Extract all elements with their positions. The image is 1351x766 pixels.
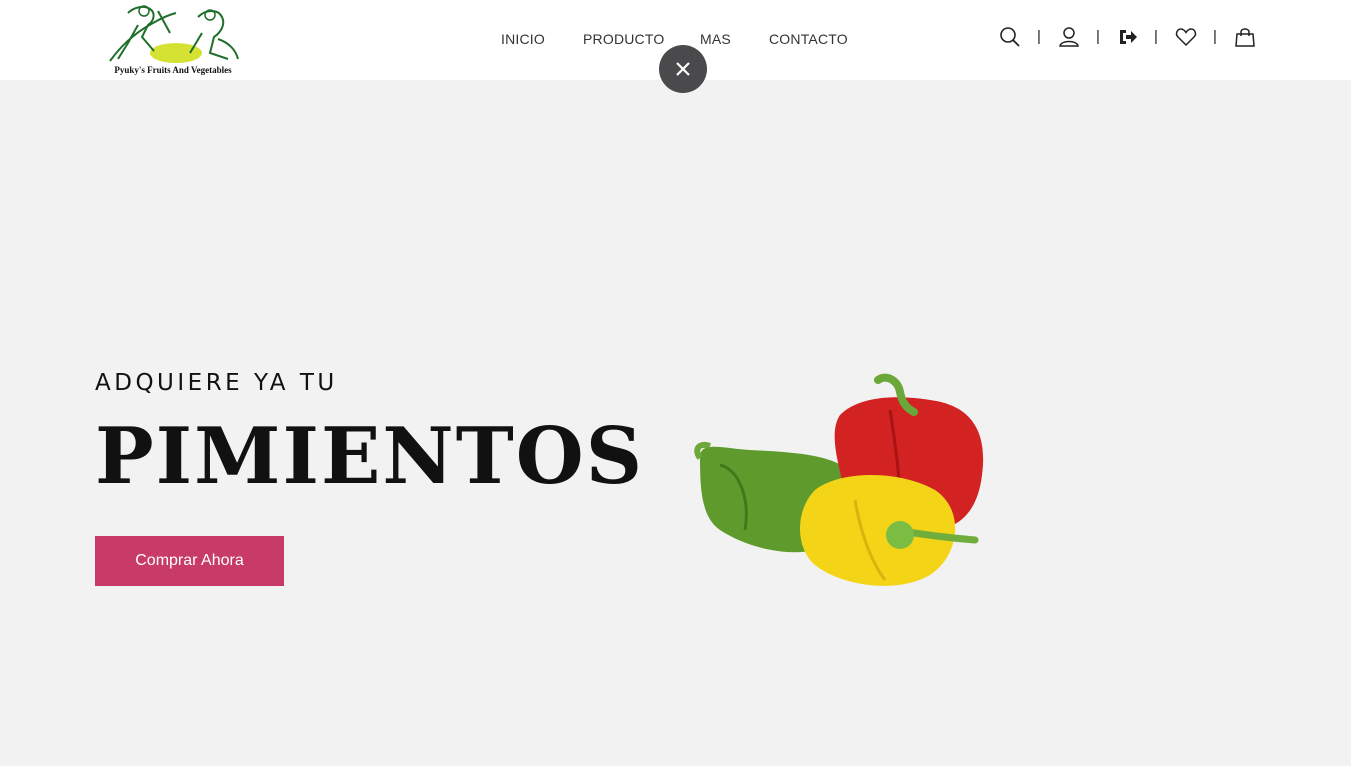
hero-title: PIMIENTOS — [95, 411, 645, 502]
logout-icon[interactable] — [1117, 26, 1139, 48]
separator: | — [1154, 28, 1158, 45]
buy-now-button[interactable]: Comprar Ahora — [95, 536, 284, 586]
user-icon[interactable] — [1058, 26, 1080, 48]
separator: | — [1213, 28, 1217, 45]
peppers-image — [694, 373, 984, 586]
shopping-bag-icon[interactable] — [1234, 26, 1256, 48]
hero-subtitle: ADQUIERE YA TU — [95, 370, 338, 396]
logo-illustration — [109, 5, 239, 63]
separator: | — [1096, 28, 1100, 45]
nav-item-contacto[interactable]: CONTACTO — [769, 31, 848, 47]
close-icon — [676, 62, 690, 76]
brand-logo[interactable]: Pyuky's Fruits And Vegetables — [98, 3, 248, 79]
nav-item-mas[interactable]: MAS — [700, 31, 731, 47]
brand-name: Pyuky's Fruits And Vegetables — [114, 65, 232, 75]
search-icon[interactable] — [999, 26, 1021, 48]
heart-icon[interactable] — [1175, 26, 1197, 48]
nav-item-inicio[interactable]: INICIO — [501, 31, 545, 47]
separator: | — [1037, 28, 1041, 45]
nav-item-producto[interactable]: PRODUCTO — [583, 31, 664, 47]
close-button[interactable] — [659, 45, 707, 93]
